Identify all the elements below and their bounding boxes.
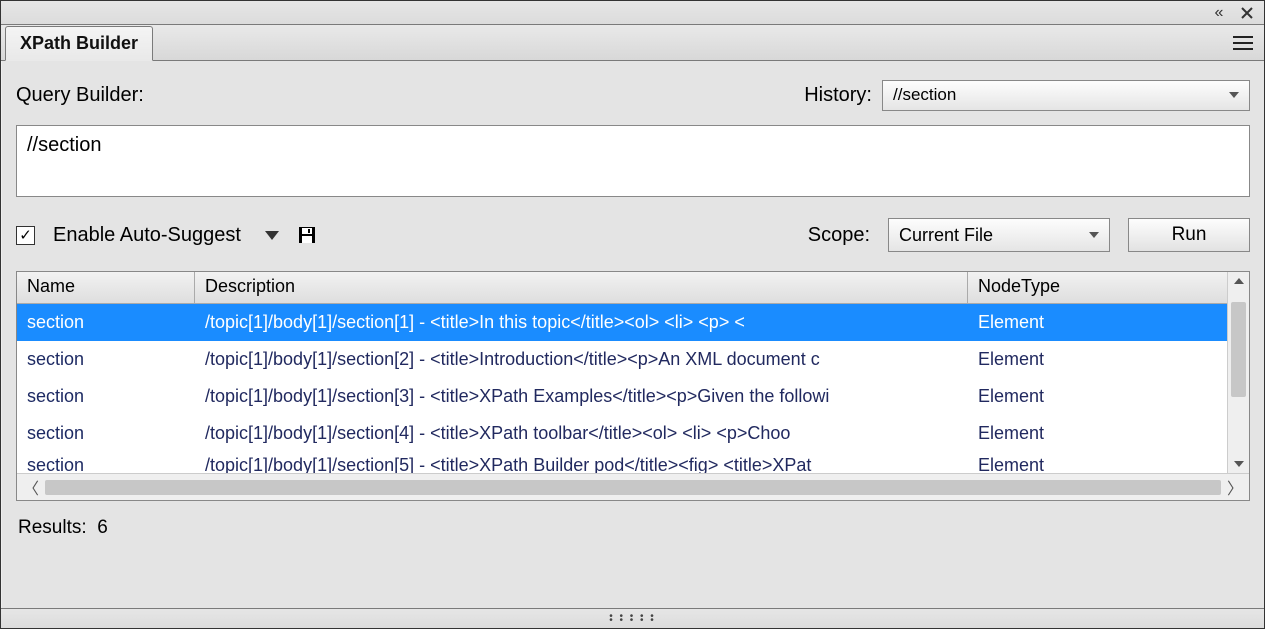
panel-menu-icon[interactable] (1232, 32, 1254, 54)
grip-icon: • • • • •• • • • • (609, 615, 656, 623)
close-icon[interactable] (1238, 4, 1256, 22)
query-builder-label: Query Builder: (16, 84, 144, 107)
table-row[interactable]: section/topic[1]/body[1]/section[2] - <t… (17, 341, 1249, 378)
scope-select[interactable]: Current File (888, 218, 1110, 252)
options-row: ✓ Enable Auto-Suggest Scope: Current Fil… (16, 215, 1250, 255)
run-button[interactable]: Run (1128, 218, 1250, 252)
resize-handle[interactable]: • • • • •• • • • • (1, 608, 1264, 628)
cell-nodetype: Element (968, 312, 1249, 333)
column-header-nodetype[interactable]: NodeType (968, 272, 1249, 303)
scrollbar-thumb[interactable] (1231, 302, 1246, 397)
cell-name: section (17, 386, 195, 407)
cell-description: /topic[1]/body[1]/section[4] - <title>XP… (195, 423, 968, 444)
query-header-row: Query Builder: History: //section (16, 75, 1250, 115)
table-row[interactable]: section/topic[1]/body[1]/section[5] - <t… (17, 452, 1249, 473)
cell-nodetype: Element (968, 349, 1249, 370)
scope-selected-value: Current File (899, 225, 993, 246)
autosuggest-menu-icon[interactable] (265, 231, 279, 240)
results-body: section/topic[1]/body[1]/section[1] - <t… (17, 304, 1249, 473)
cell-name: section (17, 455, 195, 473)
scroll-down-icon[interactable] (1234, 461, 1244, 467)
history-select[interactable]: //section (882, 80, 1250, 111)
chevron-down-icon (1229, 92, 1239, 98)
table-row[interactable]: section/topic[1]/body[1]/section[4] - <t… (17, 415, 1249, 452)
cell-name: section (17, 312, 195, 333)
cell-description: /topic[1]/body[1]/section[1] - <title>In… (195, 312, 968, 333)
table-row[interactable]: section/topic[1]/body[1]/section[1] - <t… (17, 304, 1249, 341)
cell-description: /topic[1]/body[1]/section[3] - <title>XP… (195, 386, 968, 407)
autosuggest-checkbox[interactable]: ✓ (16, 226, 35, 245)
cell-nodetype: Element (968, 423, 1249, 444)
autosuggest-label: Enable Auto-Suggest (53, 224, 241, 247)
panel-body: Query Builder: History: //section //sect… (1, 61, 1264, 608)
scroll-right-icon[interactable]: 〉 (1227, 475, 1243, 499)
results-table: Name Description NodeType section/topic[… (16, 271, 1250, 501)
results-count: Results: 6 (16, 511, 1250, 541)
save-icon[interactable] (297, 225, 317, 245)
vertical-scrollbar[interactable] (1227, 272, 1249, 473)
cell-name: section (17, 349, 195, 370)
window-titlebar: « (1, 1, 1264, 25)
scroll-up-icon[interactable] (1234, 278, 1244, 284)
query-input[interactable]: //section (16, 125, 1250, 197)
scroll-left-icon[interactable]: 〈 (23, 475, 39, 499)
chevron-down-icon (1089, 232, 1099, 238)
tab-xpath-builder[interactable]: XPath Builder (5, 26, 153, 61)
history-selected-value: //section (893, 85, 956, 105)
table-row[interactable]: section/topic[1]/body[1]/section[3] - <t… (17, 378, 1249, 415)
cell-description: /topic[1]/body[1]/section[2] - <title>In… (195, 349, 968, 370)
cell-nodetype: Element (968, 386, 1249, 407)
tab-bar: XPath Builder (1, 25, 1264, 61)
column-header-description[interactable]: Description (195, 272, 968, 303)
column-header-name[interactable]: Name (17, 272, 195, 303)
cell-nodetype: Element (968, 455, 1249, 473)
scope-label: Scope: (808, 224, 870, 247)
horizontal-scrollbar[interactable]: 〈 〉 (17, 473, 1249, 500)
cell-description: /topic[1]/body[1]/section[5] - <title>XP… (195, 455, 968, 473)
history-label: History: (804, 84, 872, 107)
scrollbar-thumb[interactable] (45, 480, 1221, 495)
cell-name: section (17, 423, 195, 444)
results-header: Name Description NodeType (17, 272, 1249, 304)
collapse-icon[interactable]: « (1210, 4, 1228, 22)
query-input-value: //section (27, 134, 101, 156)
xpath-builder-window: « XPath Builder Query Builder: History: … (0, 0, 1265, 629)
